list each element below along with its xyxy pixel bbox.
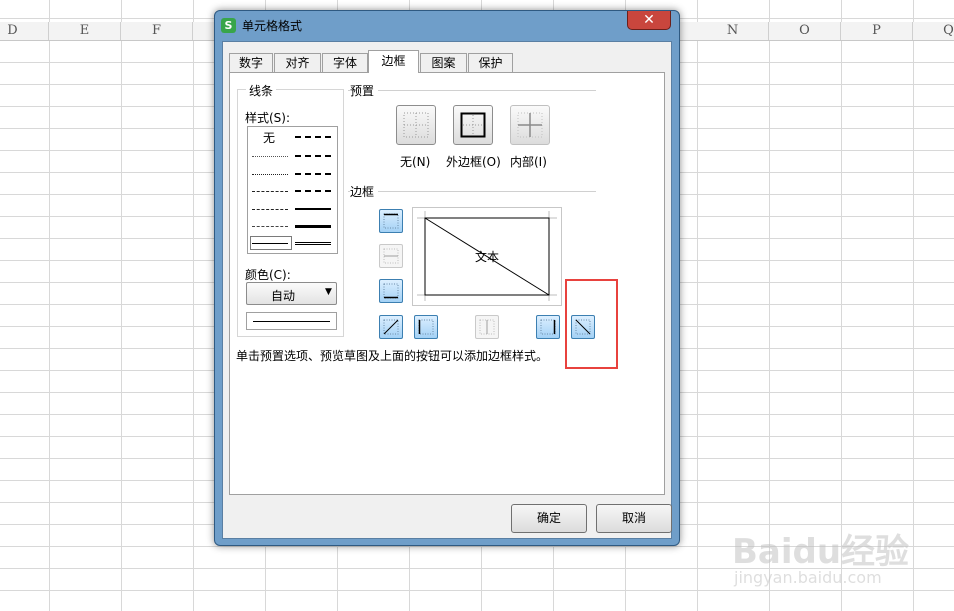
tab-pattern[interactable]: 图案	[420, 53, 467, 72]
line-color-preview	[246, 312, 337, 330]
preview-sample-text: 文本	[475, 250, 500, 264]
dropdown-arrow-icon: ▼	[325, 287, 332, 297]
red-highlight-box	[565, 279, 618, 369]
border-inside-vertical-icon	[479, 319, 495, 335]
line-style-medium-dash-dot-dot[interactable]	[295, 136, 331, 138]
border-left-icon	[418, 319, 434, 335]
line-style-double[interactable]	[295, 242, 331, 245]
line-style-selection	[250, 236, 292, 250]
border-right-icon	[540, 319, 556, 335]
border-diagonal-up-button[interactable]	[379, 315, 403, 339]
column-header-e[interactable]: E	[49, 22, 121, 40]
column-header-f[interactable]: F	[121, 22, 193, 40]
line-style-dash-dot-dot[interactable]	[252, 191, 288, 192]
line-style-medium-dashed[interactable]	[295, 190, 331, 192]
line-style-slanted-dash-dot[interactable]	[295, 155, 331, 157]
watermark-url: jingyan.baidu.com	[734, 568, 882, 587]
color-dropdown[interactable]: 自动 ▼	[246, 282, 337, 305]
border-preview[interactable]: 文本	[412, 207, 562, 306]
preset-none-button[interactable]	[396, 105, 436, 145]
border-bottom-icon	[383, 283, 399, 299]
border-inside-horizontal-icon	[383, 248, 399, 264]
dialog-title: 单元格格式	[242, 19, 303, 33]
column-header-n[interactable]: N	[697, 22, 769, 40]
line-style-dash-dot[interactable]	[252, 209, 288, 210]
tab-protection[interactable]: 保护	[468, 53, 513, 72]
format-cells-dialog: S 单元格格式 ✕ 数字 对齐 字体 边框 图案 保护 线条 样式(S): 无	[214, 10, 680, 546]
border-top-button[interactable]	[379, 209, 403, 233]
border-bottom-button[interactable]	[379, 279, 403, 303]
border-inside-vertical-button[interactable]	[475, 315, 499, 339]
column-header-p[interactable]: P	[841, 22, 913, 40]
line-style-none[interactable]: 无	[263, 129, 275, 146]
line-style-medium[interactable]	[295, 208, 331, 210]
column-header-d[interactable]: D	[0, 22, 49, 40]
border-inside-horizontal-button[interactable]	[379, 244, 403, 268]
border-divider	[348, 191, 596, 192]
tab-alignment[interactable]: 对齐	[274, 53, 321, 72]
lines-group: 线条 样式(S): 无 颜色(C): 自动 ▼	[237, 82, 344, 337]
tab-number[interactable]: 数字	[229, 53, 273, 72]
lines-group-title: 线条	[246, 82, 277, 99]
presets-divider	[348, 90, 596, 91]
baidu-watermark: Baidu经验 jingyan.baidu.com	[732, 520, 932, 600]
preset-outline-button[interactable]	[453, 105, 493, 145]
line-style-thick[interactable]	[295, 225, 331, 228]
line-style-hair[interactable]	[252, 156, 288, 157]
style-label: 样式(S):	[245, 111, 291, 125]
column-header-o[interactable]: O	[769, 22, 841, 40]
watermark-logo: Baidu经验	[732, 532, 910, 572]
wps-app-icon: S	[221, 18, 236, 33]
hint-text: 单击预置选项、预览草图及上面的按钮可以添加边框样式。	[236, 349, 549, 363]
border-left-button[interactable]	[414, 315, 438, 339]
line-style-list[interactable]: 无	[247, 126, 338, 254]
preset-none-icon	[403, 112, 429, 138]
preset-inside-button[interactable]	[510, 105, 550, 145]
color-label: 颜色(C):	[245, 268, 291, 282]
preset-outline-label: 外边框(O)	[446, 155, 501, 169]
border-top-icon	[383, 213, 399, 229]
color-dropdown-value: 自动	[271, 289, 296, 303]
column-header-q[interactable]: Q	[913, 22, 954, 40]
cancel-button[interactable]: 取消	[596, 504, 672, 533]
ok-button[interactable]: 确定	[511, 504, 587, 533]
preset-none-label: 无(N)	[400, 155, 431, 169]
diagonal-up-icon	[383, 319, 399, 335]
preset-inside-icon	[517, 112, 543, 138]
preset-outline-icon	[460, 112, 486, 138]
line-style-medium-dash-dot[interactable]	[295, 173, 331, 175]
border-title: 边框	[350, 183, 379, 200]
tab-font[interactable]: 字体	[322, 53, 368, 72]
preset-inside-label: 内部(I)	[510, 155, 547, 169]
close-button[interactable]: ✕	[627, 11, 671, 30]
line-style-dashed[interactable]	[252, 226, 288, 227]
line-style-dotted[interactable]	[252, 174, 288, 175]
tab-border[interactable]: 边框	[368, 50, 419, 73]
dialog-title-bar[interactable]: S 单元格格式 ✕	[215, 11, 679, 41]
presets-title: 预置	[350, 82, 379, 99]
border-right-button[interactable]	[536, 315, 560, 339]
